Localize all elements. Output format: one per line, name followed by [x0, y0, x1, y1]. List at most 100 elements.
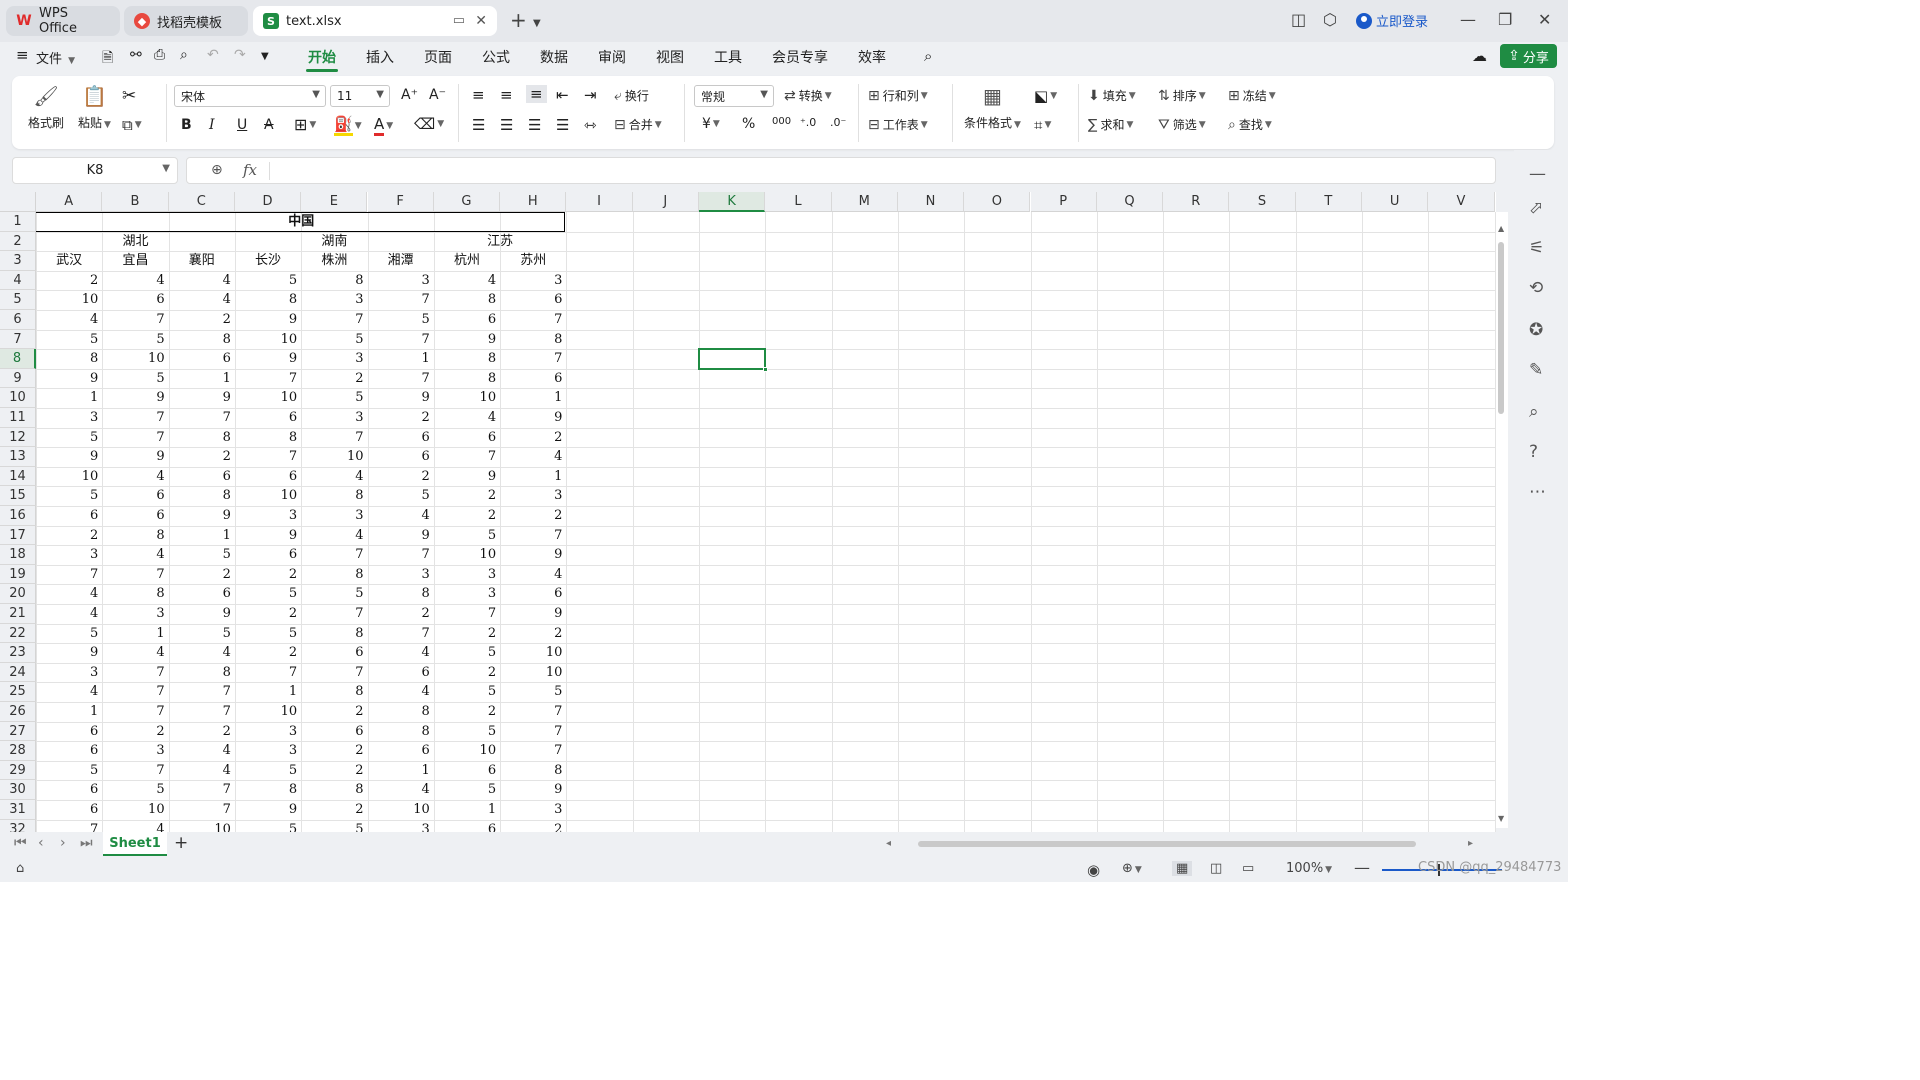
- data-cell[interactable]: 1: [500, 467, 566, 487]
- city-header-cell[interactable]: 襄阳: [169, 251, 235, 271]
- data-cell[interactable]: 5: [36, 486, 102, 506]
- tab-text-xlsx[interactable]: S text.xlsx ▭ ✕: [253, 6, 497, 36]
- indent-icon[interactable]: ⇥: [584, 86, 597, 104]
- data-cell[interactable]: 8: [301, 486, 367, 506]
- data-cell[interactable]: 4: [368, 682, 434, 702]
- data-cell[interactable]: 10: [235, 486, 301, 506]
- data-cell[interactable]: 1: [36, 388, 102, 408]
- column-header-u[interactable]: U: [1362, 192, 1429, 212]
- data-cell[interactable]: 4: [169, 741, 235, 761]
- data-cell[interactable]: 9: [235, 349, 301, 369]
- data-cell[interactable]: 4: [301, 467, 367, 487]
- font-color-icon[interactable]: A ▼: [374, 115, 393, 136]
- align-top-icon[interactable]: ≡: [472, 86, 485, 104]
- data-cell[interactable]: 2: [368, 604, 434, 624]
- data-cell[interactable]: 4: [102, 643, 168, 663]
- data-cell[interactable]: 5: [434, 682, 500, 702]
- data-cell[interactable]: 9: [235, 526, 301, 546]
- data-cell[interactable]: 7: [235, 447, 301, 467]
- data-cell[interactable]: 7: [36, 565, 102, 585]
- data-cell[interactable]: 8: [434, 349, 500, 369]
- data-cell[interactable]: 7: [301, 663, 367, 683]
- link-icon[interactable]: ⚯: [130, 47, 142, 63]
- data-cell[interactable]: 9: [36, 447, 102, 467]
- data-cell[interactable]: 8: [235, 290, 301, 310]
- fill-button[interactable]: ⬇ 填充 ▼: [1088, 87, 1136, 104]
- data-cell[interactable]: 2: [36, 526, 102, 546]
- data-cell[interactable]: 4: [102, 467, 168, 487]
- data-cell[interactable]: 5: [36, 428, 102, 448]
- province-header-cell[interactable]: 江苏: [434, 232, 567, 252]
- province-header-cell[interactable]: 湖南: [235, 232, 434, 252]
- data-cell[interactable]: 8: [301, 565, 367, 585]
- row-header-30[interactable]: 30: [0, 780, 36, 800]
- zoom-out-icon[interactable]: —: [1354, 858, 1370, 877]
- data-cell[interactable]: 10: [434, 741, 500, 761]
- data-cell[interactable]: 2: [500, 428, 566, 448]
- normal-view-icon[interactable]: ▦: [1172, 861, 1193, 876]
- column-header-g[interactable]: G: [433, 192, 501, 212]
- close-tab-icon[interactable]: ✕: [475, 13, 487, 29]
- menu-review[interactable]: 审阅: [598, 47, 626, 67]
- column-header-k[interactable]: K: [699, 192, 766, 212]
- row-header-3[interactable]: 3: [0, 251, 36, 271]
- data-cell[interactable]: 4: [36, 604, 102, 624]
- data-cell[interactable]: 7: [368, 369, 434, 389]
- data-cell[interactable]: 4: [169, 643, 235, 663]
- vertical-scrollbar[interactable]: ▲ ▼: [1496, 212, 1508, 828]
- data-cell[interactable]: 7: [235, 369, 301, 389]
- data-cell[interactable]: 7: [102, 408, 168, 428]
- increase-decimal-icon[interactable]: ⁺.0: [800, 116, 816, 129]
- data-cell[interactable]: 5: [434, 643, 500, 663]
- data-cell[interactable]: 2: [235, 604, 301, 624]
- row-header-23[interactable]: 23: [0, 643, 36, 663]
- menu-page[interactable]: 页面: [424, 47, 452, 67]
- data-cell[interactable]: 10: [102, 349, 168, 369]
- data-cell[interactable]: 8: [434, 290, 500, 310]
- data-cell[interactable]: 3: [36, 663, 102, 683]
- data-cell[interactable]: 9: [368, 526, 434, 546]
- window-restore-icon[interactable]: ▭: [453, 13, 465, 28]
- data-cell[interactable]: 7: [169, 702, 235, 722]
- scroll-down-icon[interactable]: ▼: [1498, 814, 1504, 823]
- data-cell[interactable]: 5: [235, 624, 301, 644]
- column-header-c[interactable]: C: [168, 192, 235, 212]
- data-cell[interactable]: 3: [301, 506, 367, 526]
- data-cell[interactable]: 8: [434, 369, 500, 389]
- menu-insert[interactable]: 插入: [366, 47, 394, 67]
- row-header-6[interactable]: 6: [0, 310, 36, 330]
- data-cell[interactable]: 7: [368, 545, 434, 565]
- data-cell[interactable]: 2: [368, 408, 434, 428]
- data-cell[interactable]: 9: [368, 388, 434, 408]
- data-cell[interactable]: 3: [235, 741, 301, 761]
- data-cell[interactable]: 4: [36, 682, 102, 702]
- row-header-12[interactable]: 12: [0, 427, 36, 448]
- data-cell[interactable]: 7: [500, 349, 566, 369]
- data-cell[interactable]: 5: [235, 271, 301, 291]
- row-header-11[interactable]: 11: [0, 408, 36, 428]
- data-cell[interactable]: 8: [102, 584, 168, 604]
- convert-button[interactable]: ⇄ 转换 ▼: [784, 87, 832, 104]
- data-cell[interactable]: 7: [169, 780, 235, 800]
- zoom-level[interactable]: 100% ▼: [1286, 861, 1332, 876]
- row-header-9[interactable]: 9: [0, 368, 36, 389]
- data-cell[interactable]: 6: [235, 408, 301, 428]
- data-cell[interactable]: 8: [301, 624, 367, 644]
- bold-button[interactable]: B: [181, 117, 192, 133]
- horizontal-scroll-thumb[interactable]: [918, 841, 1416, 847]
- data-cell[interactable]: 2: [500, 624, 566, 644]
- data-cell[interactable]: 9: [235, 800, 301, 820]
- data-cell[interactable]: 7: [500, 702, 566, 722]
- data-cell[interactable]: 4: [368, 780, 434, 800]
- data-cell[interactable]: 2: [36, 271, 102, 291]
- cloud-icon[interactable]: ☁: [1472, 47, 1487, 65]
- data-cell[interactable]: 6: [36, 741, 102, 761]
- menu-view[interactable]: 视图: [656, 47, 684, 67]
- column-header-o[interactable]: O: [964, 192, 1031, 212]
- data-cell[interactable]: 10: [235, 330, 301, 350]
- share-button[interactable]: ⇪ 分享: [1500, 44, 1557, 68]
- data-cell[interactable]: 10: [434, 388, 500, 408]
- column-header-q[interactable]: Q: [1096, 192, 1164, 212]
- data-cell[interactable]: 5: [235, 761, 301, 781]
- data-cell[interactable]: 8: [368, 722, 434, 742]
